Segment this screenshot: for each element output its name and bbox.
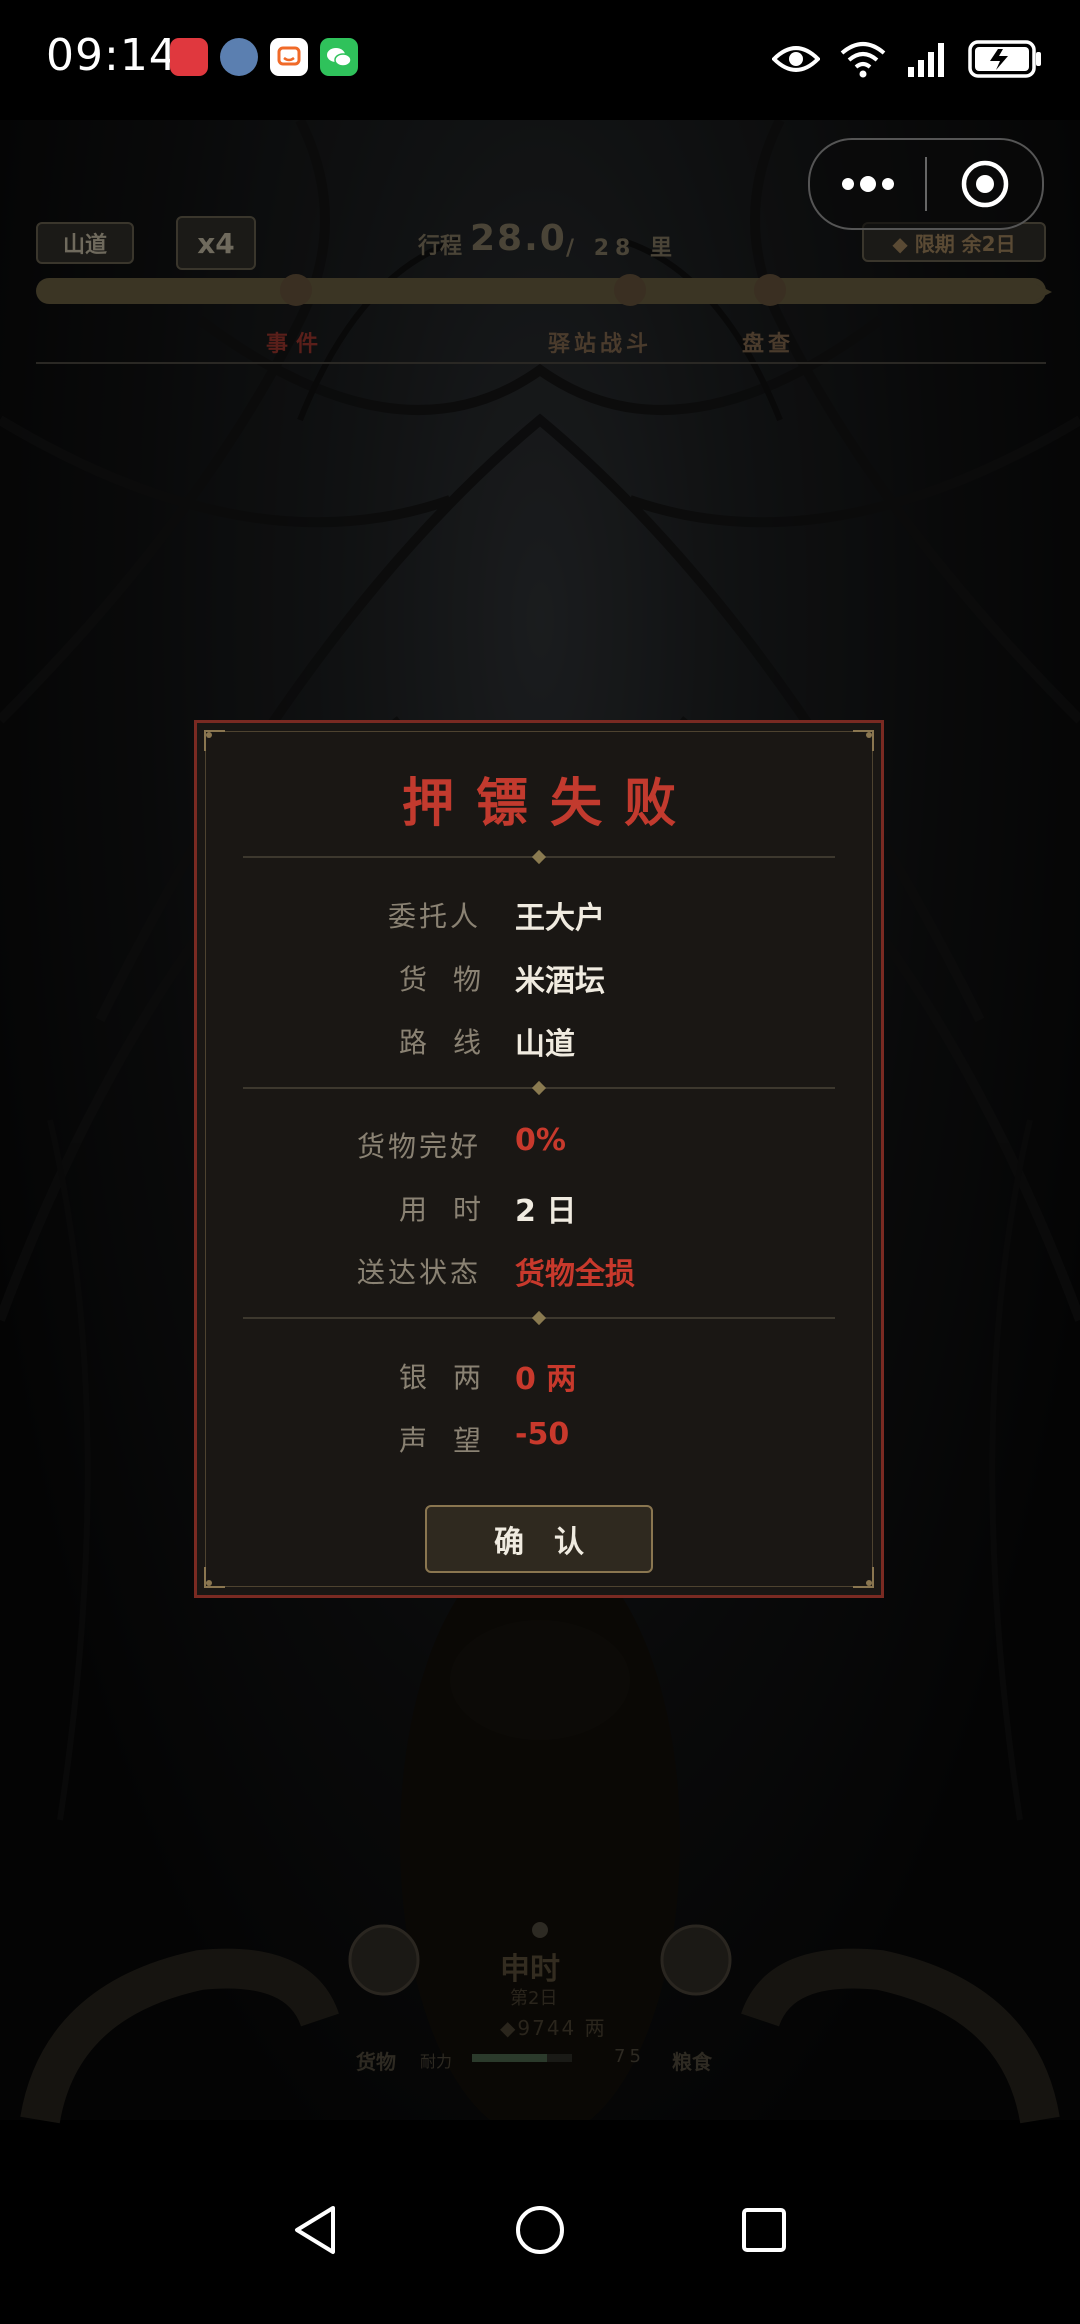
route-value: 山道: [515, 1027, 575, 1062]
time-row: 用时 2 日: [197, 1182, 881, 1229]
food-label: 粮食: [672, 2050, 712, 2074]
cargo-row: 货物 米酒坛: [197, 952, 881, 999]
integrity-value: 0%: [515, 1123, 566, 1158]
bottom-hud: 申时 第2日 ◆9744 两 货物 耐力 75 粮食: [0, 1900, 1080, 2130]
silver-label: 银两: [398, 1361, 507, 1394]
integrity-row: 货物完好 0%: [197, 1119, 881, 1163]
battery-charging-icon: [968, 40, 1041, 78]
section-divider: [243, 1080, 835, 1096]
hud-divider: [36, 362, 1046, 364]
mini-program-capsule: [808, 138, 1044, 230]
distance-total: / 28 里: [566, 236, 678, 261]
target-circle-icon[interactable]: [927, 159, 1042, 209]
wechat-icon: [320, 38, 358, 76]
eye-comfort-icon: [772, 46, 820, 72]
delivery-status-value: 货物全损: [515, 1257, 635, 1292]
delivery-status-row: 送达状态 货物全损: [197, 1245, 881, 1292]
more-dots-icon[interactable]: [810, 176, 925, 192]
silver-value: 0 两: [515, 1362, 577, 1397]
corner-ornament-icon: [853, 1567, 874, 1588]
durability-value: 75: [614, 2046, 645, 2067]
reputation-value: -50: [515, 1417, 570, 1452]
home-icon[interactable]: [510, 2200, 570, 2260]
section-divider: [243, 849, 835, 865]
distance-value: 28.0: [470, 218, 567, 259]
day-counter: 第2日: [510, 1988, 558, 2009]
douyu-icon: [270, 38, 308, 76]
cargo-label: 货物: [398, 963, 507, 996]
client-value: 王大户: [515, 901, 605, 936]
delivery-status-label: 送达状态: [356, 1256, 481, 1289]
client-label: 委托人: [387, 900, 481, 933]
corner-ornament-icon: [204, 730, 225, 751]
back-icon[interactable]: [286, 2200, 346, 2260]
signal-icon: [908, 43, 944, 77]
route-row: 路线 山道: [197, 1015, 881, 1062]
avatar-app-icon: [220, 38, 258, 76]
huawei-appgallery-icon: [170, 38, 208, 76]
durability-bar: [472, 2054, 572, 2062]
time-of-day: 申时: [500, 1952, 560, 1987]
durability-label: 耐力: [420, 2052, 453, 2071]
cargo-label: 货物: [356, 2050, 396, 2074]
route-markers: [280, 274, 1052, 306]
status-bar: 09:14: [0, 0, 1080, 120]
marker-inspection: 盘查: [742, 332, 795, 357]
reputation-label: 声望: [398, 1424, 507, 1457]
system-nav-bar: [0, 2130, 1080, 2324]
integrity-label: 货物完好: [356, 1130, 481, 1163]
reputation-row: 声望 -50: [197, 1413, 881, 1457]
distance-label: 行程: [418, 234, 463, 259]
silver-total: ◆9744 两: [500, 2016, 607, 2040]
client-row: 委托人 王大户: [197, 889, 881, 936]
corner-ornament-icon: [853, 730, 874, 751]
time-value: 2 日: [515, 1194, 577, 1229]
marker-station-battle: 驿站战斗: [548, 332, 653, 357]
location-tag: 山道: [36, 222, 134, 264]
recents-icon[interactable]: [734, 2200, 794, 2260]
silver-row: 银两 0 两: [197, 1350, 881, 1397]
dialog-title: 押镖失败: [401, 774, 698, 834]
confirm-button[interactable]: 确认: [425, 1505, 653, 1573]
route-label: 路线: [398, 1026, 507, 1059]
corner-ornament-icon: [204, 1567, 225, 1588]
cargo-value: 米酒坛: [515, 964, 605, 999]
marker-event: 事件: [266, 332, 327, 357]
time-label: 用时: [398, 1193, 507, 1226]
section-divider: [243, 1310, 835, 1326]
escort-result-dialog: 押镖失败 委托人 王大户 货物 米酒坛 路线 山道 货物完好 0% 用时 2 日…: [194, 720, 884, 1598]
status-time: 09:14: [46, 30, 178, 81]
wifi-6-icon: [840, 42, 886, 78]
